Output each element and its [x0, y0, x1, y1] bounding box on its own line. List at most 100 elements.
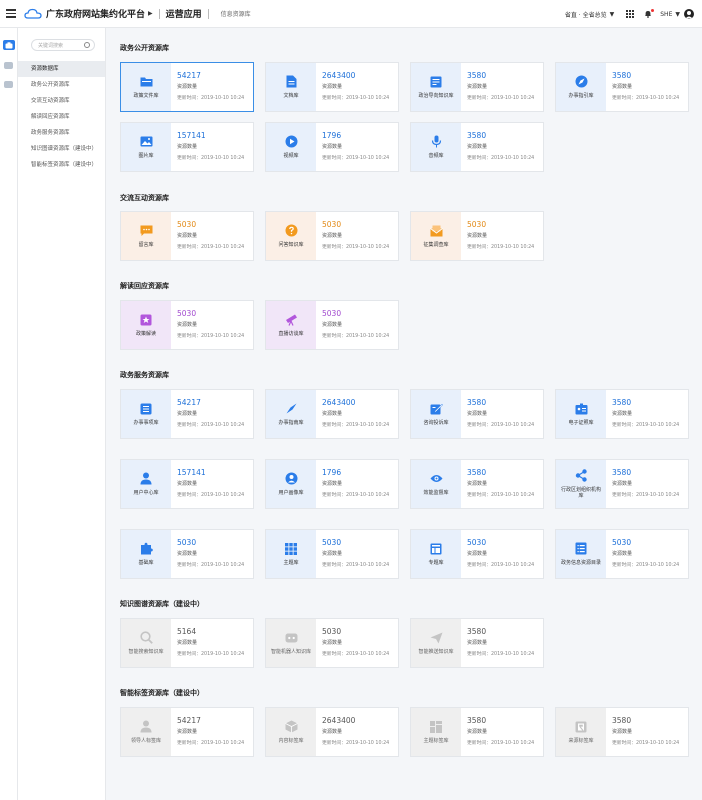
resource-card[interactable]: 智能搜索知识库 5164 资源数量 更新时间：2019-10-10 10:24 [120, 618, 254, 668]
resource-card[interactable]: 图片库 157141 资源数量 更新时间：2019-10-10 10:24 [120, 122, 254, 172]
avatar[interactable] [684, 9, 694, 19]
resource-card[interactable]: 行政区划组织机构库 3580 资源数量 更新时间：2019-10-10 10:24 [555, 459, 689, 509]
envelope-icon [429, 224, 443, 237]
box-rail-icon[interactable] [4, 62, 13, 69]
card-count: 3580 [612, 71, 632, 80]
card-name: 行政区划组织机构库 [560, 487, 601, 499]
sidebar-item-gov-service[interactable]: 政务服务资源库 [18, 125, 105, 141]
card-name: 视频库 [283, 153, 299, 159]
resource-card[interactable]: 征集调查库 5030 资源数量 更新时间：2019-10-10 10:24 [410, 211, 544, 261]
microphone-icon [430, 135, 443, 148]
resource-card[interactable]: 办事事项库 54217 资源数量 更新时间：2019-10-10 10:24 [120, 389, 254, 439]
link-rail-icon[interactable] [4, 81, 13, 88]
card-count: 5030 [177, 538, 197, 547]
card-label: 资源数量 [467, 144, 488, 150]
share-icon [575, 469, 588, 482]
resource-card[interactable]: 政治导向知识库 3580 资源数量 更新时间：2019-10-10 10:24 [410, 62, 544, 112]
id-card-icon [575, 402, 588, 415]
card-updated: 更新时间：2019-10-10 10:24 [612, 423, 680, 428]
question-icon [285, 224, 298, 237]
bell-icon[interactable] [644, 9, 655, 18]
card-updated: 更新时间：2019-10-10 10:24 [467, 741, 535, 746]
resource-card[interactable]: 用户画像库 1796 资源数量 更新时间：2019-10-10 10:24 [265, 459, 399, 509]
image-icon [140, 135, 153, 148]
resource-card[interactable]: 基础库 5030 资源数量 更新时间：2019-10-10 10:24 [120, 529, 254, 579]
card-name: 专题库 [428, 560, 444, 566]
card-updated: 更新时间：2019-10-10 10:24 [467, 563, 535, 568]
sidebar-item-smart-tags[interactable]: 智能标签资源库（建设中） [18, 157, 105, 173]
resource-card[interactable]: 视频库 1796 资源数量 更新时间：2019-10-10 10:24 [265, 122, 399, 172]
search-placeholder: 关键词搜索 [38, 42, 64, 49]
search-icon[interactable] [84, 42, 90, 48]
resource-card[interactable]: 电子证照库 3580 资源数量 更新时间：2019-10-10 10:24 [555, 389, 689, 439]
chevron-down-icon[interactable]: ▼ [610, 11, 615, 18]
resource-card[interactable]: 办事指南库 2643400 资源数量 更新时间：2019-10-10 10:24 [265, 389, 399, 439]
card-updated: 更新时间：2019-10-10 10:24 [467, 652, 535, 657]
sidebar-item-knowledge-graph[interactable]: 知识图谱资源库（建设中） [18, 141, 105, 157]
resource-card[interactable]: 智能推送知识库 3580 资源数量 更新时间：2019-10-10 10:24 [410, 618, 544, 668]
card-count: 5030 [467, 538, 487, 547]
card-name: 办事指引库 [568, 93, 594, 99]
resource-card[interactable]: 来源标签库 3580 资源数量 更新时间：2019-10-10 10:24 [555, 707, 689, 757]
card-label: 资源数量 [177, 481, 198, 487]
search-input[interactable]: 关键词搜索 [31, 39, 95, 51]
resource-card[interactable]: 政务信息资源目录 5030 资源数量 更新时间：2019-10-10 10:24 [555, 529, 689, 579]
card-updated: 更新时间：2019-10-10 10:24 [322, 156, 390, 161]
card-updated: 更新时间：2019-10-10 10:24 [322, 563, 390, 568]
card-count: 3580 [467, 716, 487, 725]
sidebar-item-resource-db[interactable]: 资源数据库 [18, 61, 105, 77]
resource-card[interactable]: 智能机器人知识库 5030 资源数量 更新时间：2019-10-10 10:24 [265, 618, 399, 668]
card-updated: 更新时间：2019-10-10 10:24 [177, 493, 245, 498]
menu-icon[interactable] [6, 9, 16, 18]
catalog-icon [575, 542, 588, 555]
card-label: 资源数量 [177, 144, 198, 150]
apps-grid-icon[interactable] [626, 10, 635, 18]
card-updated: 更新时间：2019-10-10 10:24 [177, 423, 245, 428]
list-icon [140, 402, 153, 415]
resource-card[interactable]: 音频库 3580 资源数量 更新时间：2019-10-10 10:24 [410, 122, 544, 172]
notification-dot [651, 9, 655, 12]
resource-card[interactable]: 主题标签库 3580 资源数量 更新时间：2019-10-10 10:24 [410, 707, 544, 757]
resource-card[interactable]: 政策解读 5030 资源数量 更新时间：2019-10-10 10:24 [120, 300, 254, 350]
user-name[interactable]: SHE [660, 11, 672, 18]
sidebar-item-interpretation[interactable]: 解读回应资源库 [18, 109, 105, 125]
card-updated: 更新时间：2019-10-10 10:24 [177, 245, 245, 250]
app-title[interactable]: 广东政府网站集约化平台 [46, 7, 145, 20]
region-select[interactable]: 省直 · 全省总览 [565, 10, 607, 19]
resource-card[interactable]: 直播访谈库 5030 资源数量 更新时间：2019-10-10 10:24 [265, 300, 399, 350]
card-label: 资源数量 [612, 729, 633, 735]
resource-card[interactable]: 留言库 5030 资源数量 更新时间：2019-10-10 10:24 [120, 211, 254, 261]
resource-card[interactable]: 专题库 5030 资源数量 更新时间：2019-10-10 10:24 [410, 529, 544, 579]
resource-card[interactable]: 内容标签库 2643400 资源数量 更新时间：2019-10-10 10:24 [265, 707, 399, 757]
caret-right-icon[interactable]: ▶ [148, 10, 153, 17]
sidebar-item-gov-open[interactable]: 政务公开资源库 [18, 77, 105, 93]
card-label: 资源数量 [612, 84, 633, 90]
sidebar-item-interaction[interactable]: 交流互动资源库 [18, 93, 105, 109]
chevron-down-icon[interactable]: ▼ [675, 11, 680, 18]
card-updated: 更新时间：2019-10-10 10:24 [467, 245, 535, 250]
card-label: 资源数量 [177, 322, 198, 328]
card-count: 157141 [177, 131, 206, 140]
resource-card[interactable]: 问答知识库 5030 资源数量 更新时间：2019-10-10 10:24 [265, 211, 399, 261]
resource-card[interactable]: 文档库 2643400 资源数量 更新时间：2019-10-10 10:24 [265, 62, 399, 112]
card-updated: 更新时间：2019-10-10 10:24 [612, 563, 680, 568]
card-updated: 更新时间：2019-10-10 10:24 [322, 493, 390, 498]
module-title[interactable]: 运营应用 [166, 7, 202, 20]
card-name: 图片库 [138, 153, 154, 159]
resource-card[interactable]: 领导人标签库 54217 资源数量 更新时间：2019-10-10 10:24 [120, 707, 254, 757]
card-count: 5030 [322, 309, 342, 318]
resource-card[interactable]: 咨询投诉库 3580 资源数量 更新时间：2019-10-10 10:24 [410, 389, 544, 439]
badge-icon [140, 313, 153, 326]
card-count: 3580 [467, 627, 487, 636]
resource-rail-icon[interactable] [2, 40, 15, 50]
resource-card[interactable]: 政策文件库 54217 资源数量 更新时间：2019-10-10 10:24 [120, 62, 254, 112]
card-label: 资源数量 [467, 233, 488, 239]
card-count: 5030 [177, 309, 197, 318]
card-updated: 更新时间：2019-10-10 10:24 [612, 493, 680, 498]
resource-card[interactable]: 用户中心库 157141 资源数量 更新时间：2019-10-10 10:24 [120, 459, 254, 509]
submodule-title[interactable]: 信息资源库 [221, 9, 251, 18]
resource-card[interactable]: 主题库 5030 资源数量 更新时间：2019-10-10 10:24 [265, 529, 399, 579]
resource-card[interactable]: 办事指引库 3580 资源数量 更新时间：2019-10-10 10:24 [555, 62, 689, 112]
puzzle-icon [140, 542, 153, 555]
resource-card[interactable]: 效能监督库 3580 资源数量 更新时间：2019-10-10 10:24 [410, 459, 544, 509]
